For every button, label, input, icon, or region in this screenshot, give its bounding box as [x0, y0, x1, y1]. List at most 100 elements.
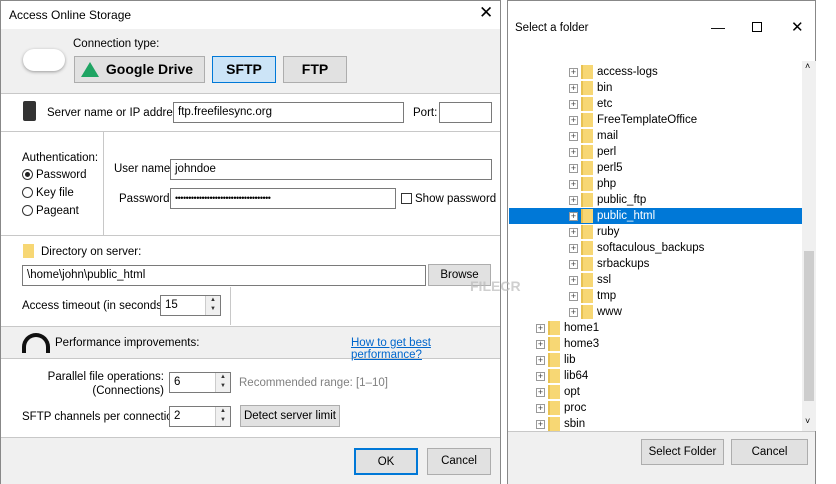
expand-icon[interactable]: +	[569, 260, 578, 269]
expand-icon[interactable]: +	[569, 164, 578, 173]
tree-item[interactable]: + opt	[509, 384, 802, 400]
tree-item[interactable]: + perl	[509, 144, 802, 160]
google-drive-button[interactable]: Google Drive	[74, 56, 205, 83]
directory-input[interactable]: \home\john\public_html	[22, 265, 426, 286]
expand-icon[interactable]: +	[536, 388, 545, 397]
cancel-button[interactable]: Cancel	[427, 448, 491, 475]
performance-label: Performance improvements:	[55, 337, 200, 349]
scroll-up-icon[interactable]: ˄	[805, 61, 810, 71]
ok-button[interactable]: OK	[354, 448, 418, 475]
tree-item[interactable]: + etc	[509, 96, 802, 112]
close-icon[interactable]: ✕	[479, 3, 493, 23]
timeout-input[interactable]: 15 ▲ ▼	[160, 295, 221, 316]
tree-item[interactable]: + tmp	[509, 288, 802, 304]
tree-item[interactable]: + perl5	[509, 160, 802, 176]
tree-item[interactable]: + home3	[509, 336, 802, 352]
expand-icon[interactable]: +	[569, 292, 578, 301]
timeout-spinner[interactable]: ▲ ▼	[205, 296, 220, 315]
sftp-button[interactable]: SFTP	[212, 56, 276, 83]
expand-icon[interactable]: +	[569, 212, 578, 221]
expand-icon[interactable]: +	[569, 196, 578, 205]
scroll-thumb[interactable]	[804, 251, 814, 401]
tree-item[interactable]: + ssl	[509, 272, 802, 288]
auth-pageant-radio[interactable]: Pageant	[22, 205, 79, 217]
folder-icon	[548, 417, 560, 431]
tree-item[interactable]: + srbackups	[509, 256, 802, 272]
tree-item[interactable]: + lib64	[509, 368, 802, 384]
username-input[interactable]: johndoe	[170, 159, 492, 180]
folder-icon	[581, 97, 593, 111]
tree-item[interactable]: + access-logs	[509, 64, 802, 80]
folder-icon	[581, 225, 593, 239]
expand-icon[interactable]: +	[569, 228, 578, 237]
expand-icon[interactable]: +	[536, 340, 545, 349]
folder-icon	[581, 177, 593, 191]
maximize-icon[interactable]	[752, 22, 762, 32]
expand-icon[interactable]: +	[569, 132, 578, 141]
folder-icon	[581, 193, 593, 207]
expand-icon[interactable]: +	[536, 372, 545, 381]
expand-icon[interactable]: +	[536, 420, 545, 429]
ftp-button[interactable]: FTP	[283, 56, 347, 83]
folder-icon	[548, 385, 560, 399]
expand-icon[interactable]: +	[569, 180, 578, 189]
expand-icon[interactable]: +	[569, 148, 578, 157]
folder-icon	[548, 401, 560, 415]
tree-item[interactable]: + www	[509, 304, 802, 320]
tree-item[interactable]: + public_html	[509, 208, 802, 224]
auth-password-radio[interactable]: Password	[22, 169, 87, 181]
folder-icon	[581, 65, 593, 79]
show-password-checkbox[interactable]: Show password	[401, 193, 496, 205]
folder-icon	[548, 353, 560, 367]
authentication-label: Authentication:	[22, 152, 99, 164]
channels-input[interactable]: 2 ▲ ▼	[169, 406, 231, 427]
channels-spinner[interactable]: ▲ ▼	[215, 407, 230, 426]
tree-item[interactable]: + lib	[509, 352, 802, 368]
expand-icon[interactable]: +	[569, 308, 578, 317]
tree-item[interactable]: + ruby	[509, 224, 802, 240]
folder-icon	[23, 244, 34, 258]
password-label: Password:	[119, 193, 173, 205]
select-folder-button[interactable]: Select Folder	[641, 439, 724, 465]
auth-keyfile-radio[interactable]: Key file	[22, 187, 74, 199]
expand-icon[interactable]: +	[569, 244, 578, 253]
folder-icon	[581, 209, 593, 223]
folder-icon	[581, 113, 593, 127]
expand-icon[interactable]: +	[569, 100, 578, 109]
best-performance-link[interactable]: How to get best performance?	[351, 337, 500, 361]
close-icon[interactable]: ✕	[791, 18, 804, 36]
parallel-label: Parallel file operations: (Connections)	[47, 371, 164, 397]
parallel-input[interactable]: 6 ▲ ▼	[169, 372, 231, 393]
password-input[interactable]: ••••••••••••••••••••••••••••••••••••	[170, 188, 396, 209]
tree-item[interactable]: + php	[509, 176, 802, 192]
cancel-button[interactable]: Cancel	[731, 439, 808, 465]
tree-item[interactable]: + public_ftp	[509, 192, 802, 208]
tree-item[interactable]: + FreeTemplateOffice	[509, 112, 802, 128]
tree-item[interactable]: + home1	[509, 320, 802, 336]
expand-icon[interactable]: +	[569, 276, 578, 285]
detect-server-limit-button[interactable]: Detect server limit	[240, 405, 340, 427]
expand-icon[interactable]: +	[569, 84, 578, 93]
minimize-icon[interactable]: —	[711, 19, 725, 35]
tree-item[interactable]: + bin	[509, 80, 802, 96]
dialog-title: Access Online Storage	[9, 8, 132, 22]
tree-item[interactable]: + proc	[509, 400, 802, 416]
tree-scrollbar[interactable]: ˄ ˅	[802, 61, 816, 431]
server-input[interactable]: ftp.freefilesync.org	[173, 102, 404, 123]
expand-icon[interactable]: +	[536, 324, 545, 333]
tree-item[interactable]: + mail	[509, 128, 802, 144]
expand-icon[interactable]: +	[569, 68, 578, 77]
parallel-spinner[interactable]: ▲ ▼	[215, 373, 230, 392]
tree-item[interactable]: + softaculous_backups	[509, 240, 802, 256]
folder-icon	[581, 161, 593, 175]
timeout-label: Access timeout (in seconds):	[22, 300, 170, 312]
username-label: User name:	[114, 163, 174, 175]
scroll-down-icon[interactable]: ˅	[805, 416, 810, 426]
tree-item[interactable]: + sbin	[509, 416, 802, 431]
google-drive-icon	[81, 62, 99, 77]
port-input[interactable]	[439, 102, 492, 123]
server-label: Server name or IP address:	[47, 107, 188, 119]
expand-icon[interactable]: +	[569, 116, 578, 125]
expand-icon[interactable]: +	[536, 404, 545, 413]
expand-icon[interactable]: +	[536, 356, 545, 365]
